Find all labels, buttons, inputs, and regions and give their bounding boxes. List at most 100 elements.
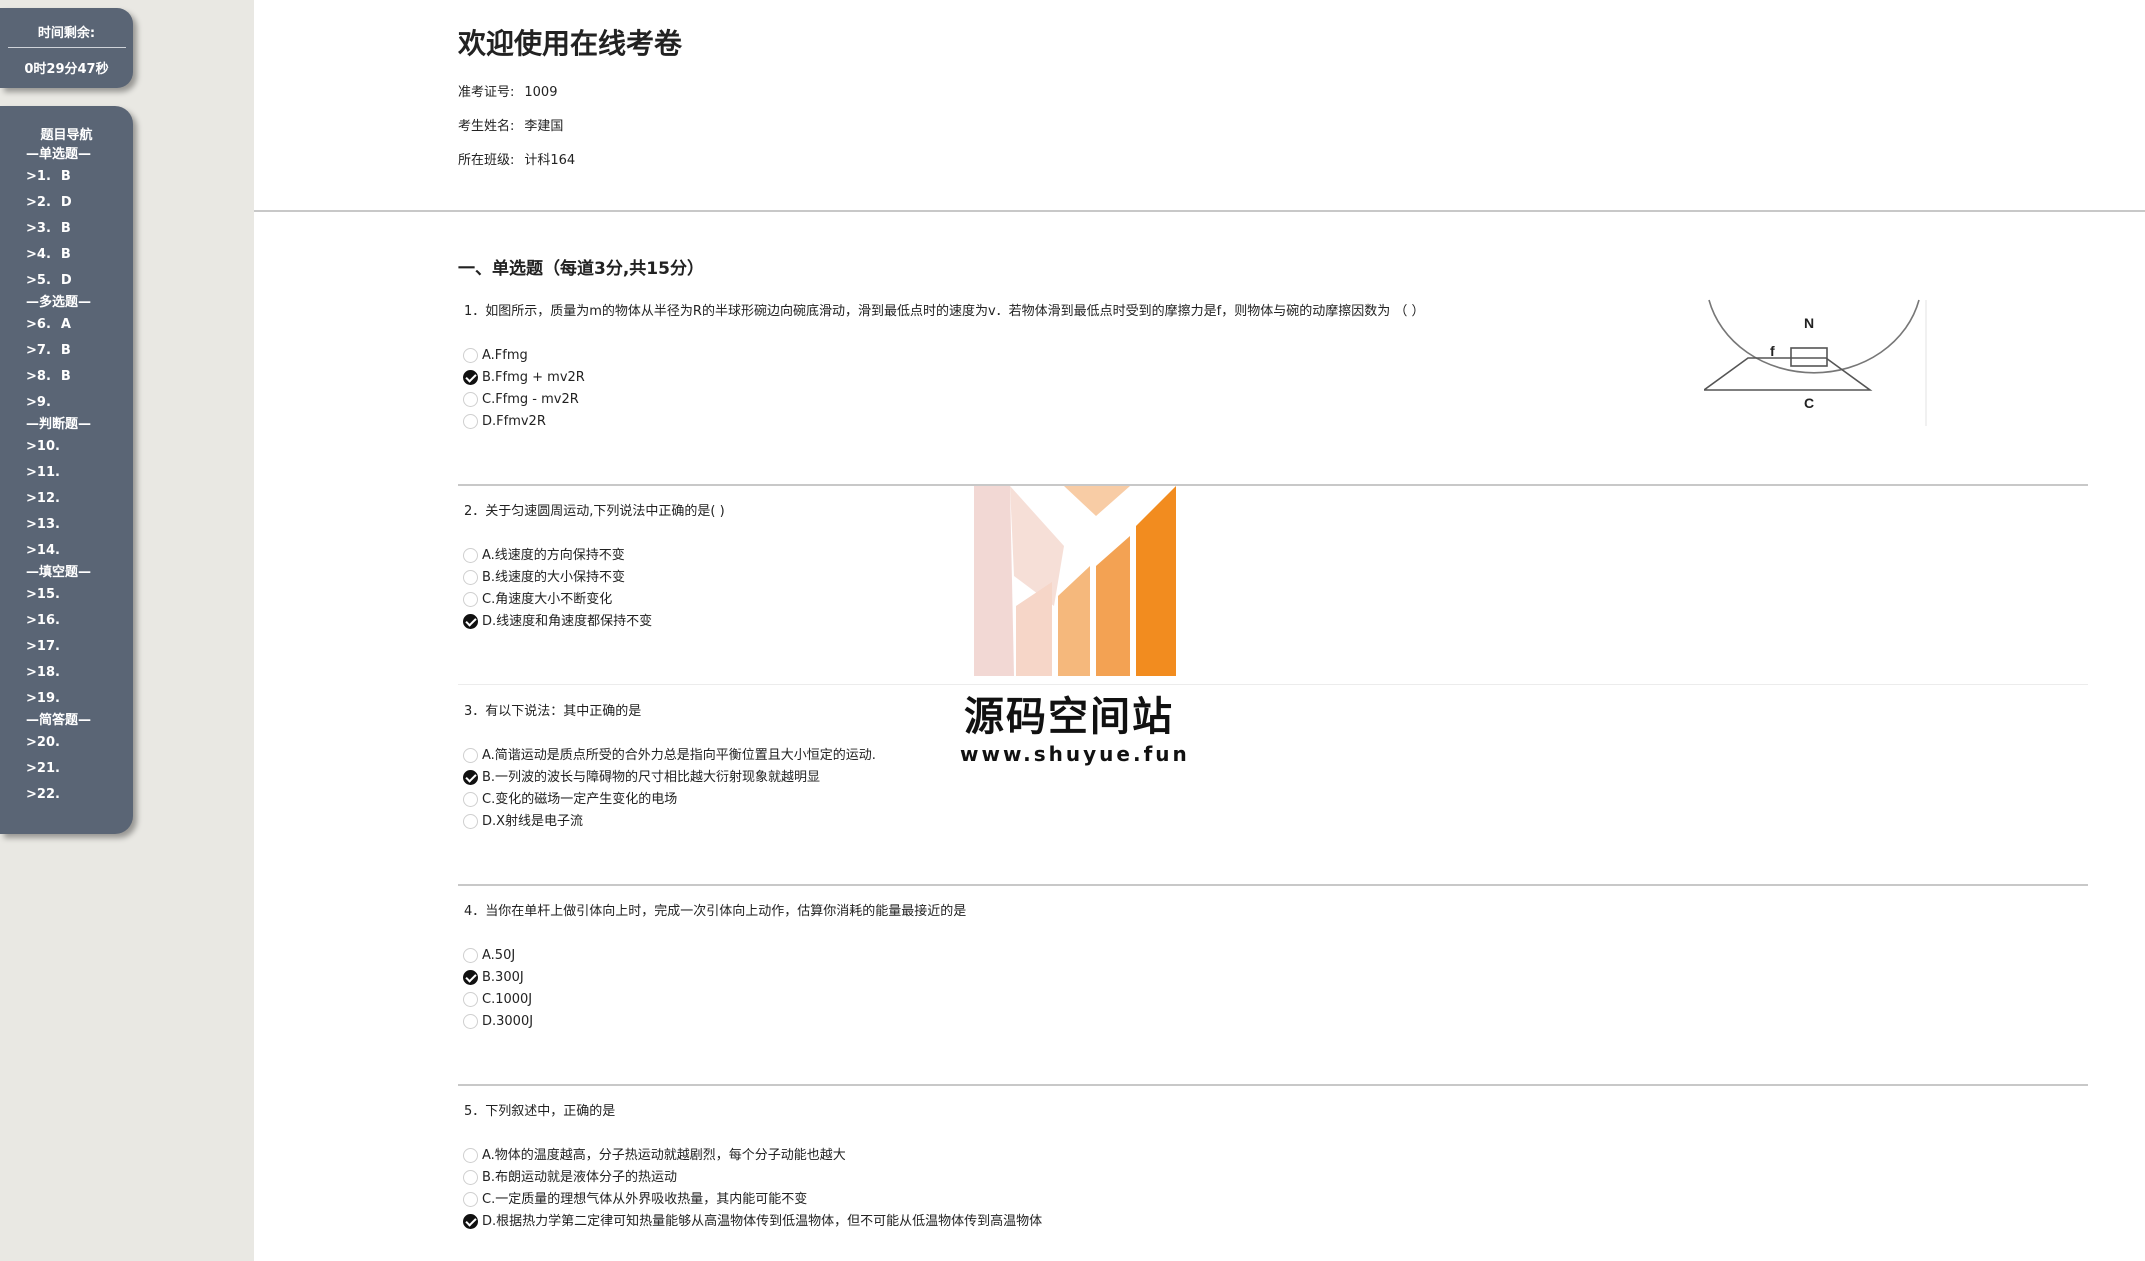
- radio-unchecked-icon[interactable]: [463, 792, 478, 807]
- nav-item-number: >3.: [26, 221, 51, 236]
- nav-item-number: >7.: [26, 343, 51, 358]
- radio-unchecked-icon[interactable]: [463, 1170, 478, 1185]
- radio-checked-icon[interactable]: [463, 970, 478, 985]
- nav-item-question[interactable]: >22.: [26, 782, 133, 808]
- answer-option[interactable]: C.一定质量的理想气体从外界吸收热量，其内能可能不变: [458, 1189, 2088, 1211]
- answer-option-label: A.简谐运动是质点所受的合外力总是指向平衡位置且大小恒定的运动.: [482, 748, 876, 763]
- nav-item-answer: A: [60, 317, 71, 332]
- nav-item-question[interactable]: >20.: [26, 730, 133, 756]
- exam-id-label: 准考证号:: [458, 85, 515, 100]
- question-text: 5．下列叙述中，正确的是: [464, 1104, 616, 1119]
- nav-item-question[interactable]: >4. B: [26, 242, 133, 268]
- section-title: 一、单选题（每道3分,共15分）: [458, 259, 704, 279]
- nav-item-number: >8.: [26, 369, 51, 384]
- answer-option[interactable]: C.角速度大小不断变化: [458, 589, 2088, 611]
- bowl-diagram-figure: N f C: [1704, 299, 1927, 426]
- bowl-arc: [1708, 299, 1920, 374]
- answer-option[interactable]: D.根据热力学第二定律可知热量能够从高温物体传到低温物体，但不可能从低温物体传到…: [458, 1211, 2088, 1233]
- nav-item-question[interactable]: >7. B: [26, 338, 133, 364]
- nav-item-number: >11.: [26, 465, 60, 480]
- nav-item-question[interactable]: >13.: [26, 512, 133, 538]
- nav-item-question[interactable]: >11.: [26, 460, 133, 486]
- nav-item-question[interactable]: >21.: [26, 756, 133, 782]
- question-block: 3．有以下说法：其中正确的是 A.简谐运动是质点所受的合外力总是指向平衡位置且大小…: [458, 700, 2088, 833]
- answer-option[interactable]: B.一列波的波长与障碍物的尺寸相比越大衍射现象就越明显: [458, 767, 2088, 789]
- nav-item-number: >9.: [26, 395, 51, 410]
- header-divider: [254, 210, 2145, 212]
- name-label: 考生姓名:: [458, 119, 515, 134]
- nav-item-question[interactable]: >2. D: [26, 190, 133, 216]
- question-text: 2．关于匀速圆周运动,下列说法中正确的是( ): [464, 504, 725, 519]
- question-nav-panel: 题目导航 —单选题— >1. B >2. D >3. B >4. B >5. D —多选题— >6. A >…: [0, 106, 133, 834]
- nav-item-number: >4.: [26, 247, 51, 262]
- nav-item-answer: B: [60, 169, 71, 184]
- nav-item-question[interactable]: >16.: [26, 608, 133, 634]
- answer-option[interactable]: C.1000J: [458, 989, 2088, 1011]
- answer-option-label: A.50J: [482, 948, 516, 963]
- radio-unchecked-icon[interactable]: [463, 948, 478, 963]
- answer-option-label: B.线速度的大小保持不变: [482, 570, 626, 585]
- answer-option[interactable]: B.布朗运动就是液体分子的热运动: [458, 1167, 2088, 1189]
- nav-item-question[interactable]: >14.: [26, 538, 133, 564]
- answer-option[interactable]: B.线速度的大小保持不变: [458, 567, 2088, 589]
- radio-unchecked-icon[interactable]: [463, 1148, 478, 1163]
- nav-item-question[interactable]: >12.: [26, 486, 133, 512]
- answer-option[interactable]: C.变化的磁场一定产生变化的电场: [458, 789, 2088, 811]
- nav-item-number: >18.: [26, 665, 60, 680]
- nav-item-number: >22.: [26, 787, 60, 802]
- answer-option[interactable]: D.线速度和角速度都保持不变: [458, 611, 2088, 633]
- answer-option[interactable]: A.物体的温度越高，分子热运动就越剧烈，每个分子动能也越大: [458, 1145, 2088, 1167]
- nav-item-number: >15.: [26, 587, 60, 602]
- nav-item-question[interactable]: >10.: [26, 434, 133, 460]
- answer-option-label: D.Ffmv2R: [482, 414, 546, 429]
- answer-option-label: A.线速度的方向保持不变: [482, 548, 625, 563]
- radio-unchecked-icon[interactable]: [463, 1192, 478, 1207]
- answer-option[interactable]: A.线速度的方向保持不变: [458, 545, 2088, 567]
- nav-item-question[interactable]: >6. A: [26, 312, 133, 338]
- nav-item-number: >5.: [26, 273, 51, 288]
- nav-item-question[interactable]: >8. B: [26, 364, 133, 390]
- exam-header: 欢迎使用在线考卷 准考证号: 1009 考生姓名: 李建国 所在班级: 计科164: [458, 22, 682, 184]
- radio-unchecked-icon[interactable]: [463, 814, 478, 829]
- radio-unchecked-icon[interactable]: [463, 592, 478, 607]
- radio-checked-icon[interactable]: [463, 370, 478, 385]
- radio-unchecked-icon[interactable]: [463, 414, 478, 429]
- question-divider: [458, 684, 2088, 685]
- radio-checked-icon[interactable]: [463, 614, 478, 629]
- radio-checked-icon[interactable]: [463, 770, 478, 785]
- answer-option-label: B.布朗运动就是液体分子的热运动: [482, 1170, 678, 1185]
- name-row: 考生姓名: 李建国: [458, 116, 682, 150]
- radio-unchecked-icon[interactable]: [463, 348, 478, 363]
- nav-item-question[interactable]: >3. B: [26, 216, 133, 242]
- answer-option[interactable]: B.300J: [458, 967, 2088, 989]
- nav-item-number: >12.: [26, 491, 60, 506]
- radio-unchecked-icon[interactable]: [463, 548, 478, 563]
- bowl-base: [1704, 357, 1873, 391]
- nav-item-question[interactable]: >17.: [26, 634, 133, 660]
- answer-option-label: C.一定质量的理想气体从外界吸收热量，其内能可能不变: [482, 1192, 808, 1207]
- nav-item-question[interactable]: >15.: [26, 582, 133, 608]
- answer-option-label: C.角速度大小不断变化: [482, 592, 613, 607]
- watermark-url: www.shuyue.fun: [960, 742, 1190, 766]
- nav-item-question[interactable]: >1. B: [26, 164, 133, 190]
- timer-panel: 时间剩余: 0时29分47秒: [0, 8, 133, 88]
- answer-option[interactable]: D.X射线是电子流: [458, 811, 2088, 833]
- radio-unchecked-icon[interactable]: [463, 1014, 478, 1029]
- nav-item-question[interactable]: >5. D: [26, 268, 133, 294]
- answer-option-label: D.3000J: [482, 1014, 534, 1029]
- answer-option[interactable]: A.简谐运动是质点所受的合外力总是指向平衡位置且大小恒定的运动.: [458, 745, 2088, 767]
- nav-item-number: >6.: [26, 317, 51, 332]
- nav-section-header: —简答题—: [26, 713, 92, 728]
- nav-item-question[interactable]: >19.: [26, 686, 133, 712]
- radio-unchecked-icon[interactable]: [463, 992, 478, 1007]
- radio-unchecked-icon[interactable]: [463, 392, 478, 407]
- answer-option[interactable]: D.3000J: [458, 1011, 2088, 1033]
- nav-item-number: >20.: [26, 735, 60, 750]
- radio-unchecked-icon[interactable]: [463, 748, 478, 763]
- nav-item-question[interactable]: >9.: [26, 390, 133, 416]
- answer-option-label: A.物体的温度越高，分子热运动就越剧烈，每个分子动能也越大: [482, 1148, 846, 1163]
- radio-unchecked-icon[interactable]: [463, 570, 478, 585]
- answer-option[interactable]: A.50J: [458, 945, 2088, 967]
- nav-item-question[interactable]: >18.: [26, 660, 133, 686]
- radio-checked-icon[interactable]: [463, 1214, 478, 1229]
